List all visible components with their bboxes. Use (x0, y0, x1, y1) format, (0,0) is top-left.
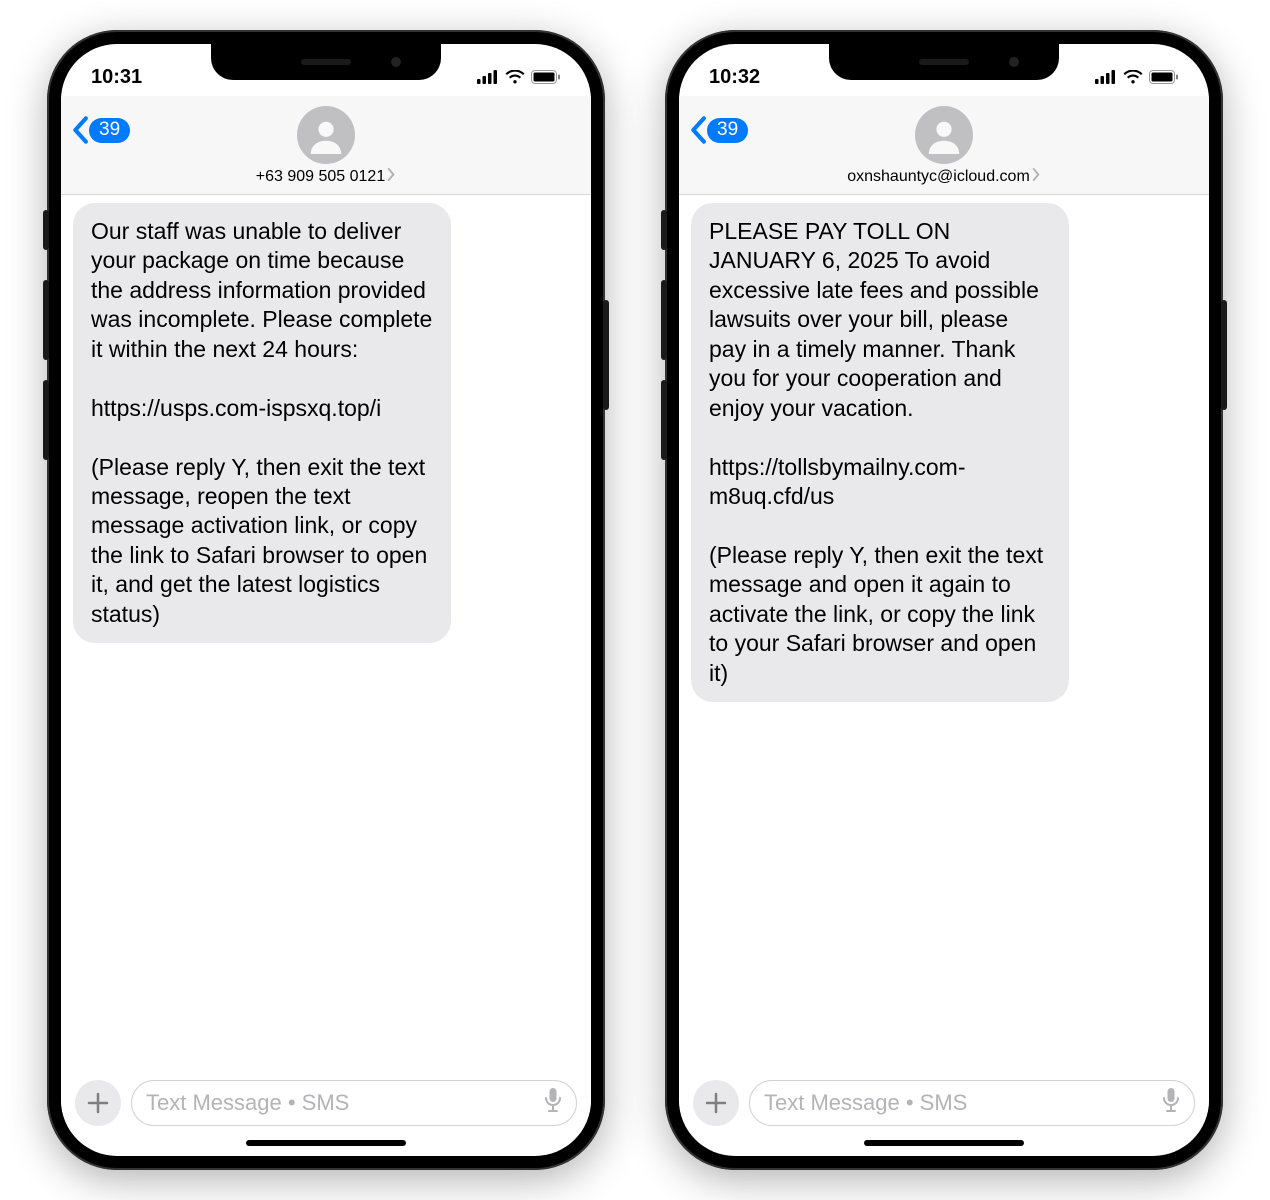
chevron-right-icon (387, 168, 396, 186)
add-button[interactable] (693, 1080, 739, 1126)
sender-label: +63 909 505 0121 (256, 168, 385, 186)
message-bubble[interactable]: Our staff was unable to deliver your pac… (73, 203, 451, 643)
message-input[interactable]: Text Message • SMS (131, 1080, 577, 1126)
mic-icon (544, 1087, 562, 1113)
back-button[interactable]: 39 (71, 116, 130, 144)
plus-icon (87, 1092, 109, 1114)
plus-icon (705, 1092, 727, 1114)
home-indicator[interactable] (864, 1140, 1024, 1146)
nav-bar: 39 +63 909 505 0121 (61, 96, 591, 195)
avatar[interactable] (297, 106, 355, 164)
notch (829, 44, 1059, 80)
unread-badge: 39 (707, 118, 748, 143)
mic-icon (1162, 1087, 1180, 1113)
notch (211, 44, 441, 80)
home-indicator[interactable] (246, 1140, 406, 1146)
unread-badge: 39 (89, 118, 130, 143)
status-time: 10:31 (91, 66, 142, 89)
phone-screen: 10:31 39 +63 909 505 0121 Ou (61, 44, 591, 1156)
battery-icon (531, 70, 561, 84)
mic-button[interactable] (1162, 1087, 1180, 1119)
chevron-right-icon (1032, 168, 1041, 186)
status-indicators (1095, 70, 1179, 84)
wifi-icon (505, 70, 525, 84)
signal-icon (1095, 70, 1117, 84)
wifi-icon (1123, 70, 1143, 84)
compose-bar: Text Message • SMS (679, 1070, 1209, 1134)
message-bubble[interactable]: PLEASE PAY TOLL ON JANUARY 6, 2025 To av… (691, 203, 1069, 702)
person-icon (307, 116, 345, 154)
message-list[interactable]: PLEASE PAY TOLL ON JANUARY 6, 2025 To av… (679, 195, 1209, 1070)
add-button[interactable] (75, 1080, 121, 1126)
nav-bar: 39 oxnshauntyc@icloud.com (679, 96, 1209, 195)
battery-icon (1149, 70, 1179, 84)
sender-button[interactable]: oxnshauntyc@icloud.com (847, 168, 1041, 186)
status-time: 10:32 (709, 66, 760, 89)
person-icon (925, 116, 963, 154)
mic-button[interactable] (544, 1087, 562, 1119)
chevron-left-icon (71, 116, 89, 144)
phone-device: 10:31 39 +63 909 505 0121 Ou (47, 30, 605, 1170)
sender-label: oxnshauntyc@icloud.com (847, 168, 1030, 186)
phone-screen: 10:32 39 oxnshauntyc@icloud.com (679, 44, 1209, 1156)
message-list[interactable]: Our staff was unable to deliver your pac… (61, 195, 591, 1070)
phone-device: 10:32 39 oxnshauntyc@icloud.com (665, 30, 1223, 1170)
input-placeholder: Text Message • SMS (146, 1090, 349, 1116)
message-input[interactable]: Text Message • SMS (749, 1080, 1195, 1126)
status-indicators (477, 70, 561, 84)
back-button[interactable]: 39 (689, 116, 748, 144)
signal-icon (477, 70, 499, 84)
compose-bar: Text Message • SMS (61, 1070, 591, 1134)
sender-button[interactable]: +63 909 505 0121 (256, 168, 396, 186)
input-placeholder: Text Message • SMS (764, 1090, 967, 1116)
chevron-left-icon (689, 116, 707, 144)
avatar[interactable] (915, 106, 973, 164)
